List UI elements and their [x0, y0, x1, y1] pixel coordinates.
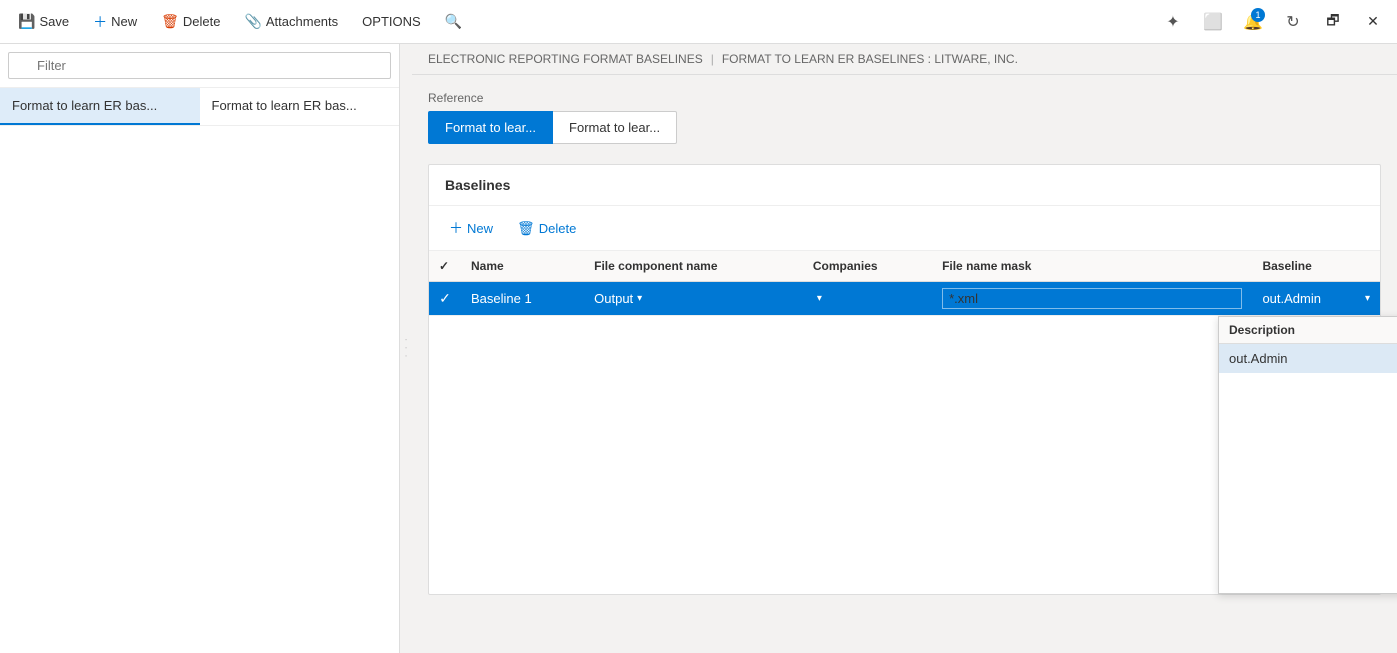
right-panel: ELECTRONIC REPORTING FORMAT BASELINES | … [412, 44, 1397, 653]
baselines-section-title: Baselines [429, 165, 1380, 206]
row-file-component[interactable]: Output ▾ [584, 282, 803, 316]
col-header-file-name-mask: File name mask [932, 251, 1252, 282]
col-header-name: Name [461, 251, 584, 282]
attachments-button[interactable]: 📎 Attachments [234, 7, 348, 36]
delete-icon: 🗑 [161, 13, 179, 30]
refresh-icon[interactable]: ↻ [1277, 6, 1309, 38]
list-item[interactable]: Format to learn ER bas... [200, 88, 400, 125]
baselines-delete-label: Delete [539, 221, 577, 236]
left-panel: 🔍 Format to learn ER bas... Format to le… [0, 44, 400, 653]
titlebar-right-controls: ✦ ⬜ 🔔 1 ↻ 🗗 ✕ [1157, 6, 1389, 38]
baselines-toolbar: ＋ New 🗑 Delete [429, 206, 1380, 251]
baselines-table: ✓ Name File component name Companies Fil… [429, 251, 1380, 316]
chevron-down-icon[interactable]: ▾ [817, 293, 822, 304]
row-name[interactable]: Baseline 1 [461, 282, 584, 316]
reference-label: Reference [428, 91, 1381, 105]
save-button[interactable]: 💾 Save [8, 7, 79, 36]
baselines-new-button[interactable]: ＋ New [441, 214, 501, 242]
list-items: Format to learn ER bas... Format to lear… [0, 88, 399, 126]
divider-handle: · · · [401, 338, 412, 359]
dropdown-empty-area [1219, 373, 1397, 593]
panel-divider[interactable]: · · · [400, 44, 412, 653]
baseline-dropdown-popup: Description File name out.Admin out.Admi… [1218, 316, 1397, 594]
breadcrumb: ELECTRONIC REPORTING FORMAT BASELINES | … [412, 44, 1397, 75]
new-button[interactable]: ＋ New [83, 6, 147, 38]
col-header-check: ✓ [429, 251, 461, 282]
dropdown-popup: Description File name out.Admin out.Admi… [1218, 316, 1397, 594]
baselines-delete-button[interactable]: 🗑 Delete [509, 216, 584, 241]
ref-tab-2[interactable]: Format to lear... [553, 111, 677, 144]
delete-button[interactable]: 🗑 Delete [151, 7, 230, 36]
row-file-name-mask[interactable] [932, 282, 1252, 316]
breadcrumb-separator: | [711, 52, 714, 66]
baseline-dropdown[interactable]: out.Admin ▾ [1262, 291, 1370, 306]
dropdown-header: Description File name [1219, 317, 1397, 344]
row-baseline[interactable]: out.Admin ▾ [1252, 282, 1380, 316]
table-row[interactable]: ✓ Baseline 1 Output ▾ [429, 282, 1380, 316]
dp-description: out.Admin [1219, 344, 1397, 373]
checkmark-icon: ✓ [439, 290, 451, 306]
file-name-mask-input[interactable] [942, 288, 1242, 309]
plus-icon: ＋ [449, 218, 463, 238]
restore-button[interactable]: 🗗 [1317, 6, 1349, 38]
attachments-label: Attachments [266, 14, 338, 29]
col-header-file-component: File component name [584, 251, 803, 282]
save-label: Save [39, 14, 69, 29]
settings-icon[interactable]: ✦ [1157, 6, 1189, 38]
notification-icon[interactable]: 🔔 1 [1237, 6, 1269, 38]
main-layout: 🔍 Format to learn ER bas... Format to le… [0, 44, 1397, 653]
delete-label: Delete [183, 14, 221, 29]
col-header-baseline: Baseline [1252, 251, 1380, 282]
ref-tab-1[interactable]: Format to lear... [428, 111, 553, 144]
paperclip-icon: 📎 [244, 13, 261, 30]
save-icon: 💾 [18, 13, 35, 30]
breadcrumb-part2: FORMAT TO LEARN ER BASELINES : LITWARE, … [722, 52, 1018, 66]
companies-dropdown[interactable]: ▾ [813, 293, 922, 304]
col-header-companies: Companies [803, 251, 932, 282]
dropdown-item[interactable]: out.Admin out.Admin.xml [1219, 344, 1397, 373]
chevron-down-icon[interactable]: ▾ [1365, 293, 1370, 304]
baselines-new-label: New [467, 221, 493, 236]
row-companies[interactable]: ▾ [803, 282, 932, 316]
plus-icon: ＋ [93, 12, 107, 32]
titlebar: 💾 Save ＋ New 🗑 Delete 📎 Attachments OPTI… [0, 0, 1397, 44]
search-icon: 🔍 [445, 13, 462, 30]
dp-col-description: Description [1219, 317, 1397, 343]
options-button[interactable]: OPTIONS [352, 8, 431, 35]
content-area: Reference Format to lear... Format to le… [412, 75, 1397, 653]
list-item[interactable]: Format to learn ER bas... [0, 88, 200, 125]
baselines-container: Baselines ＋ New 🗑 Delete [428, 164, 1381, 595]
filter-input[interactable] [8, 52, 391, 79]
notification-badge: 1 [1251, 8, 1265, 22]
options-label: OPTIONS [362, 14, 421, 29]
filter-bar: 🔍 [0, 44, 399, 88]
baseline-value: out.Admin [1262, 291, 1321, 306]
reference-tabs: Format to lear... Format to lear... [428, 111, 1381, 144]
file-component-dropdown[interactable]: Output ▾ [594, 291, 793, 306]
search-toolbar-button[interactable]: 🔍 [435, 7, 472, 36]
filter-wrapper: 🔍 [8, 52, 391, 79]
row-check[interactable]: ✓ [429, 282, 461, 316]
delete-icon: 🗑 [517, 220, 535, 237]
office-icon[interactable]: ⬜ [1197, 6, 1229, 38]
breadcrumb-part1: ELECTRONIC REPORTING FORMAT BASELINES [428, 52, 703, 66]
new-label: New [111, 14, 137, 29]
close-button[interactable]: ✕ [1357, 6, 1389, 38]
chevron-down-icon[interactable]: ▾ [637, 293, 642, 304]
file-component-value: Output [594, 291, 633, 306]
